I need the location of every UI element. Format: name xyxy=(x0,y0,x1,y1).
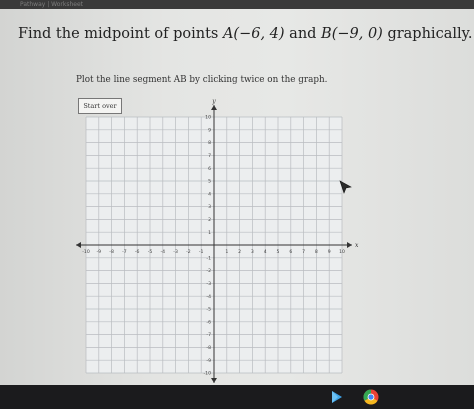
start-over-button[interactable]: Start over xyxy=(78,98,122,114)
x-tick-label: 9 xyxy=(328,249,331,255)
x-tick-label: -10 xyxy=(82,249,90,255)
y-tick-label: -9 xyxy=(206,358,211,364)
y-tick-label: 6 xyxy=(208,166,211,172)
y-tick-label: -5 xyxy=(206,307,211,313)
point-a: A(−6, 4) xyxy=(222,26,285,42)
x-tick-label: -2 xyxy=(186,249,191,255)
x-axis-arrow-right-icon xyxy=(347,242,352,248)
question-text: Find the midpoint of points A(−6, 4) and… xyxy=(18,26,473,42)
y-tick-label: 7 xyxy=(208,153,211,159)
x-tick-label: 4 xyxy=(264,249,267,255)
x-tick-label: -1 xyxy=(199,249,204,255)
y-tick-label: -8 xyxy=(206,345,211,351)
y-tick-label: 8 xyxy=(208,140,211,146)
worksheet-page: Find the midpoint of points A(−6, 4) and… xyxy=(0,9,474,385)
y-axis-arrow-down-icon xyxy=(211,378,217,383)
y-tick-label: -6 xyxy=(206,319,211,325)
browser-tab-bar: Pathway | Worksheet xyxy=(0,0,474,9)
y-tick-label: 3 xyxy=(208,204,211,210)
y-tick-label: 4 xyxy=(208,191,211,197)
x-tick-label: -3 xyxy=(173,249,178,255)
x-tick-label: -5 xyxy=(148,249,153,255)
x-tick-label: 2 xyxy=(238,249,241,255)
x-tick-label: -4 xyxy=(161,249,166,255)
y-tick-label: 9 xyxy=(208,127,211,133)
question-suffix: graphically. xyxy=(382,26,473,42)
x-tick-label: -8 xyxy=(109,249,114,255)
question-middle: and xyxy=(284,26,322,42)
y-tick-label: 5 xyxy=(208,179,211,185)
y-tick-label: -10 xyxy=(203,371,211,377)
x-tick-label: -7 xyxy=(122,249,127,255)
x-tick-label: 7 xyxy=(302,249,305,255)
y-axis-label: y xyxy=(211,98,216,105)
y-tick-label: 2 xyxy=(208,217,211,223)
question-prefix: Find the midpoint of points xyxy=(18,26,223,42)
x-tick-label: 10 xyxy=(339,249,345,255)
taskbar xyxy=(0,385,474,409)
x-tick-label: 6 xyxy=(289,249,292,255)
x-tick-label: -9 xyxy=(97,249,102,255)
mouse-cursor-icon xyxy=(339,180,352,194)
y-tick-label: -3 xyxy=(206,281,211,287)
coordinate-graph[interactable]: x y -10 -9 -8 -7 -6 -5 -4 -3 -2 -1 1 2 3 4 5 6 7 8 9 10 10 9 8 7 6… xyxy=(70,97,360,387)
x-tick-label: 3 xyxy=(251,249,254,255)
tab-title[interactable]: Pathway | Worksheet xyxy=(20,1,83,8)
y-axis-arrow-up-icon xyxy=(211,105,217,110)
x-tick-label: -6 xyxy=(135,249,140,255)
y-tick-label: -7 xyxy=(206,332,211,338)
y-tick-label: -4 xyxy=(206,294,211,300)
x-tick-label: 8 xyxy=(315,249,318,255)
x-tick-label: 5 xyxy=(277,249,280,255)
x-axis-arrow-left-icon xyxy=(76,242,81,248)
y-tick-label: 10 xyxy=(205,115,211,121)
play-store-icon[interactable] xyxy=(329,389,345,405)
point-b: B(−9, 0) xyxy=(321,26,383,42)
y-tick-label: 1 xyxy=(208,230,211,236)
instruction-text: Plot the line segment AB by clicking twi… xyxy=(76,75,328,85)
y-tick-label: -2 xyxy=(206,268,211,274)
chrome-icon[interactable] xyxy=(363,389,379,405)
x-axis-label: x xyxy=(355,242,359,249)
y-tick-label: -1 xyxy=(206,255,211,261)
x-tick-label: 1 xyxy=(225,249,228,255)
